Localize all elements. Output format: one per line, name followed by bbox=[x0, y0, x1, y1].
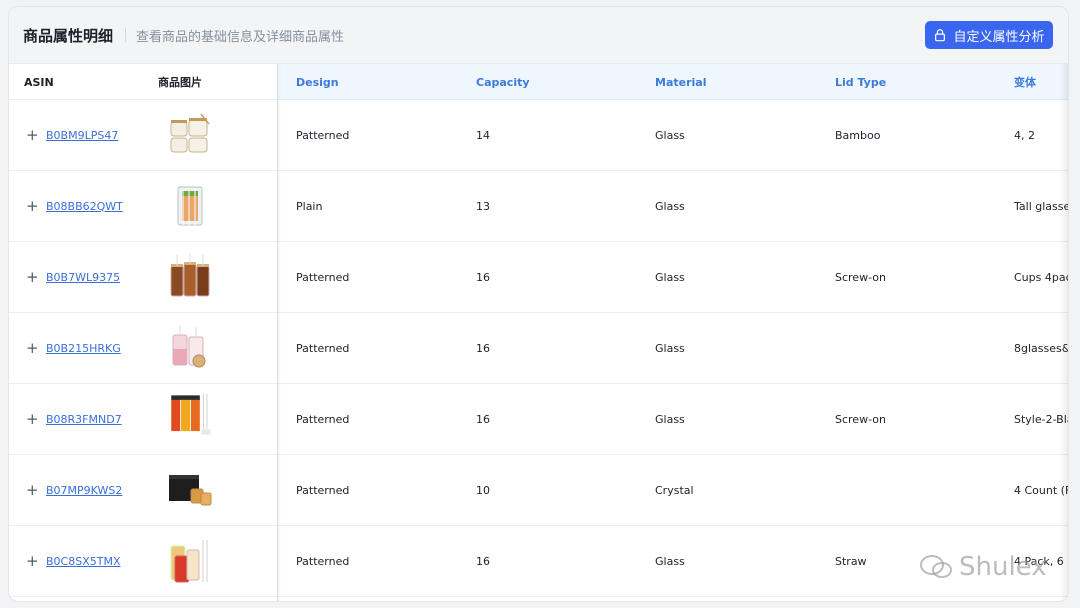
design-cell: Patterned bbox=[296, 554, 350, 568]
column-header-image[interactable]: 商品图片 bbox=[158, 64, 202, 100]
asin-link[interactable]: B0B7WL9375 bbox=[46, 271, 120, 284]
capacity-cell: 16 bbox=[476, 412, 490, 426]
material-cell: Glass bbox=[655, 554, 685, 568]
asin-link[interactable]: B08BB62QWT bbox=[46, 200, 123, 213]
material-cell: Crystal bbox=[655, 483, 694, 497]
page-title: 商品属性明细 bbox=[23, 26, 114, 45]
watermark-text: Shulex bbox=[959, 552, 1047, 582]
design-cell: Patterned bbox=[296, 483, 350, 497]
card-header: 商品属性明细 查看商品的基础信息及详细商品属性 自定义属性分析 bbox=[9, 7, 1068, 64]
attribute-table: ASIN 商品图片 Design Capacity Material Lid T… bbox=[9, 64, 1068, 601]
asin-link[interactable]: B08R3FMND7 bbox=[46, 413, 122, 426]
material-cell: Glass bbox=[655, 341, 685, 355]
asin-link[interactable]: B0C8SX5TMX bbox=[46, 555, 121, 568]
material-cell: Glass bbox=[655, 270, 685, 284]
lid-type-cell: Bamboo bbox=[835, 128, 881, 142]
table-row[interactable]: + B08BB62QWT Plain 13 Glass Tall glasse bbox=[9, 171, 1068, 242]
watermark: Shulex bbox=[919, 547, 1047, 587]
table-row[interactable]: + B0C8SX5TMX Patterned 16 Glass Straw 4 … bbox=[9, 526, 1068, 597]
capacity-cell: 14 bbox=[476, 128, 490, 142]
design-cell: Patterned bbox=[296, 128, 350, 142]
column-header-capacity[interactable]: Capacity bbox=[476, 64, 530, 100]
expand-row-icon[interactable]: + bbox=[26, 384, 39, 454]
asin-link[interactable]: B07MP9KWS2 bbox=[46, 484, 122, 497]
expand-row-icon[interactable]: + bbox=[26, 100, 39, 170]
product-image bbox=[177, 186, 203, 226]
wechat-icon bbox=[920, 555, 952, 578]
column-header-lid-type[interactable]: Lid Type bbox=[835, 64, 886, 100]
custom-attribute-analysis-button[interactable]: 自定义属性分析 bbox=[925, 21, 1053, 49]
column-header-variant[interactable]: 变体 bbox=[1014, 64, 1036, 100]
design-cell: Plain bbox=[296, 199, 323, 213]
title-divider bbox=[125, 28, 127, 42]
expand-row-icon[interactable]: + bbox=[26, 242, 39, 312]
lid-type-cell: Screw-on bbox=[835, 412, 886, 426]
product-image bbox=[172, 325, 206, 368]
expand-row-icon[interactable]: + bbox=[26, 455, 39, 525]
material-cell: Glass bbox=[655, 412, 685, 426]
design-cell: Patterned bbox=[296, 341, 350, 355]
column-header-asin[interactable]: ASIN bbox=[24, 64, 54, 100]
design-cell: Patterned bbox=[296, 412, 350, 426]
asin-link[interactable]: B0B215HRKG bbox=[46, 342, 121, 355]
capacity-cell: 16 bbox=[476, 341, 490, 355]
table-row[interactable]: + B0B7WL9375 Patterned 16 Glass Screw-on… bbox=[9, 242, 1068, 313]
variant-cell: 4, 2 bbox=[1014, 128, 1035, 142]
custom-attribute-analysis-label: 自定义属性分析 bbox=[953, 29, 1045, 45]
product-image bbox=[170, 540, 208, 583]
table-row[interactable]: + B07MP9KWS2 Patterned 10 Crystal 4 Coun… bbox=[9, 455, 1068, 526]
lid-type-cell: Straw bbox=[835, 554, 867, 568]
capacity-cell: 10 bbox=[476, 483, 490, 497]
material-cell: Glass bbox=[655, 199, 685, 213]
table-row[interactable]: + B0B215HRKG Patterned 16 Glass 8glasses… bbox=[9, 313, 1068, 384]
design-cell: Patterned bbox=[296, 270, 350, 284]
attribute-detail-card: 商品属性明细 查看商品的基础信息及详细商品属性 自定义属性分析 ASIN 商品图… bbox=[8, 6, 1069, 602]
page-subtitle: 查看商品的基础信息及详细商品属性 bbox=[136, 29, 345, 45]
expand-row-icon[interactable]: + bbox=[26, 526, 39, 596]
product-image bbox=[170, 113, 210, 153]
capacity-cell: 13 bbox=[476, 199, 490, 213]
product-image bbox=[170, 254, 210, 297]
lock-icon bbox=[935, 29, 946, 42]
horizontal-scroll-shadow bbox=[1060, 64, 1068, 601]
table-row[interactable]: + B08R3FMND7 Patterned 16 Glass Screw-on… bbox=[9, 384, 1068, 455]
column-header-design[interactable]: Design bbox=[296, 64, 339, 100]
capacity-cell: 16 bbox=[476, 554, 490, 568]
lid-type-cell: Screw-on bbox=[835, 270, 886, 284]
expand-row-icon[interactable]: + bbox=[26, 171, 39, 241]
column-header-material[interactable]: Material bbox=[655, 64, 706, 100]
product-image bbox=[169, 475, 212, 506]
capacity-cell: 16 bbox=[476, 270, 490, 284]
table-row[interactable]: + B0BM9LPS47 Patterned 14 Glass Bamboo 4… bbox=[9, 100, 1068, 171]
material-cell: Glass bbox=[655, 128, 685, 142]
expand-row-icon[interactable]: + bbox=[26, 313, 39, 383]
frozen-column-shadow bbox=[277, 64, 281, 601]
asin-link[interactable]: B0BM9LPS47 bbox=[46, 129, 118, 142]
product-image bbox=[171, 393, 211, 435]
